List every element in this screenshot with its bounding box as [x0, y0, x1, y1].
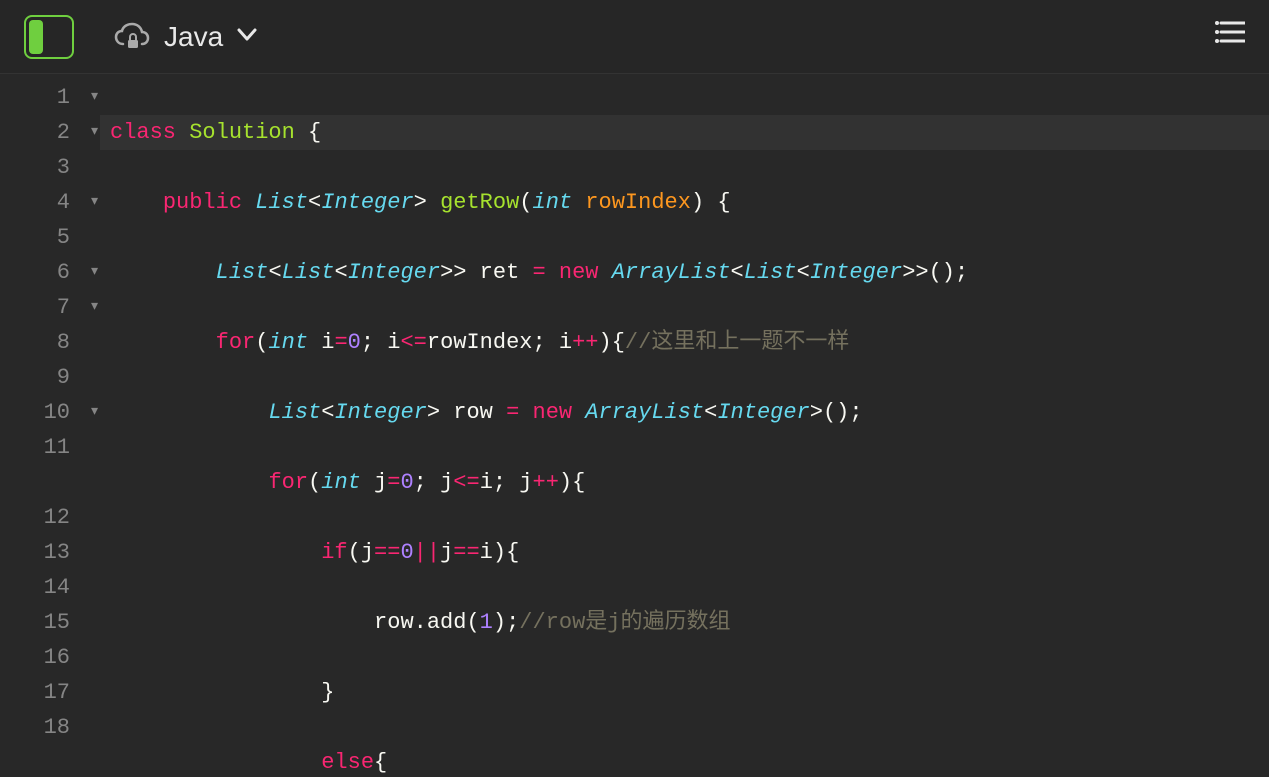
fold-marker [76, 325, 100, 360]
line-number: 14 [0, 570, 70, 605]
fold-marker[interactable]: ▾ [76, 185, 100, 220]
line-number [0, 465, 70, 500]
fold-markers: ▾ ▾ ▾ ▾ ▾ ▾ [76, 80, 100, 777]
menu-icon[interactable] [1215, 19, 1245, 54]
code-editor[interactable]: 1 2 3 4 5 6 7 8 9 10 11 12 13 14 15 16 1… [0, 74, 1269, 777]
line-number: 13 [0, 535, 70, 570]
cloud-lock-icon [114, 22, 150, 52]
fold-marker[interactable]: ▾ [76, 115, 100, 150]
code-line: for(int i=0; i<=rowIndex; i++){//这里和上一题不… [110, 325, 1269, 360]
fold-marker [76, 570, 100, 605]
line-number: 5 [0, 220, 70, 255]
fold-marker [76, 465, 100, 500]
fold-marker[interactable]: ▾ [76, 395, 100, 430]
fold-marker [76, 430, 100, 465]
code-line: class Solution { [100, 115, 1269, 150]
line-number: 17 [0, 675, 70, 710]
fold-marker [76, 220, 100, 255]
line-number: 2 [0, 115, 70, 150]
gutter: 1 2 3 4 5 6 7 8 9 10 11 12 13 14 15 16 1… [0, 74, 100, 777]
editor-toolbar: Java [0, 0, 1269, 74]
line-number: 12 [0, 500, 70, 535]
code-line: List<Integer> row = new ArrayList<Intege… [110, 395, 1269, 430]
fold-marker[interactable]: ▾ [76, 255, 100, 290]
line-number: 11 [0, 430, 70, 465]
fold-marker[interactable]: ▾ [76, 290, 100, 325]
fold-marker [76, 675, 100, 710]
line-number: 9 [0, 360, 70, 395]
line-number: 8 [0, 325, 70, 360]
line-number: 4 [0, 185, 70, 220]
chevron-down-icon [237, 24, 257, 49]
fold-marker [76, 150, 100, 185]
code-line: if(j==0||j==i){ [110, 535, 1269, 570]
fold-marker [76, 605, 100, 640]
code-line: row.add(1);//row是j的遍历数组 [110, 605, 1269, 640]
fold-marker [76, 710, 100, 745]
fold-marker [76, 640, 100, 675]
line-number: 7 [0, 290, 70, 325]
code-line: List<List<Integer>> ret = new ArrayList<… [110, 255, 1269, 290]
fold-marker [76, 360, 100, 395]
line-number: 1 [0, 80, 70, 115]
language-name: Java [164, 21, 223, 53]
code-line: for(int j=0; j<=i; j++){ [110, 465, 1269, 500]
line-numbers: 1 2 3 4 5 6 7 8 9 10 11 12 13 14 15 16 1… [0, 80, 76, 777]
line-number: 3 [0, 150, 70, 185]
code-content[interactable]: class Solution { public List<Integer> ge… [100, 74, 1269, 777]
line-number: 6 [0, 255, 70, 290]
line-number: 18 [0, 710, 70, 745]
line-number: 16 [0, 640, 70, 675]
panel-toggle-button[interactable] [24, 15, 74, 59]
line-number: 15 [0, 605, 70, 640]
fold-marker[interactable]: ▾ [76, 80, 100, 115]
line-number: 10 [0, 395, 70, 430]
language-selector[interactable]: Java [114, 21, 257, 53]
fold-marker [76, 500, 100, 535]
code-line: } [110, 675, 1269, 710]
fold-marker [76, 535, 100, 570]
code-line: else{ [110, 745, 1269, 777]
code-line: public List<Integer> getRow(int rowIndex… [110, 185, 1269, 220]
